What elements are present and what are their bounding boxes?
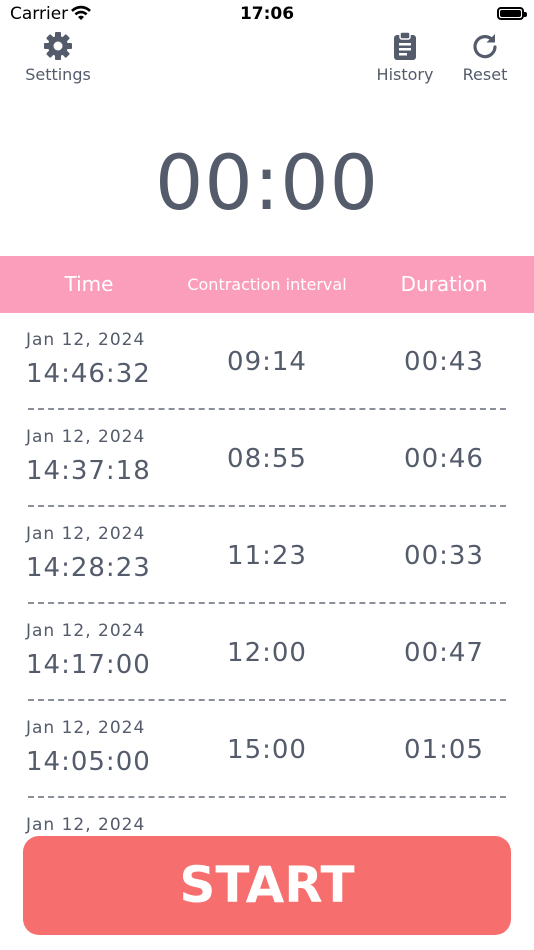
row-duration: 00:47 xyxy=(404,638,484,668)
row-date: Jan 12, 2024 xyxy=(26,815,146,835)
header-time: Time xyxy=(64,272,114,296)
battery-icon xyxy=(497,7,527,20)
row-interval: 09:14 xyxy=(227,347,307,377)
table-row: Jan 12, 2024 14:17:00 12:00 00:47 xyxy=(0,604,534,701)
table-row: Jan 12, 2024 14:05:00 15:00 01:05 xyxy=(0,701,534,798)
row-date: Jan 12, 2024 xyxy=(26,718,146,738)
header-duration: Duration xyxy=(400,272,488,296)
row-interval: 11:23 xyxy=(227,541,307,571)
gear-icon xyxy=(44,32,72,60)
row-interval: 12:00 xyxy=(227,638,307,668)
row-date: Jan 12, 2024 xyxy=(26,427,146,447)
row-date: Jan 12, 2024 xyxy=(26,330,146,350)
reset-button[interactable]: Reset xyxy=(456,30,514,84)
status-time: 17:06 xyxy=(239,4,295,24)
row-time: 14:17:00 xyxy=(26,650,151,680)
history-button[interactable]: History xyxy=(370,30,440,84)
row-interval: 08:55 xyxy=(227,444,307,474)
table-row: Jan 12, 2024 xyxy=(0,798,534,835)
row-duration: 00:33 xyxy=(404,541,484,571)
row-date: Jan 12, 2024 xyxy=(26,621,146,641)
start-button[interactable]: START xyxy=(23,836,511,935)
reset-label: Reset xyxy=(462,65,508,84)
row-duration: 00:43 xyxy=(404,347,484,377)
table-row: Jan 12, 2024 14:37:18 08:55 00:46 xyxy=(0,410,534,507)
contraction-list[interactable]: Jan 12, 2024 14:46:32 09:14 00:43 Jan 12… xyxy=(0,313,534,835)
timer-display: 00:00 xyxy=(154,138,380,227)
row-time: 14:28:23 xyxy=(26,553,151,583)
row-time: 14:05:00 xyxy=(26,747,151,777)
row-time: 14:37:18 xyxy=(26,456,151,486)
status-bar: Carrier 17:06 xyxy=(0,0,534,30)
table-header: Time Contraction interval Duration xyxy=(0,256,534,313)
clipboard-icon xyxy=(394,31,416,60)
refresh-icon xyxy=(473,34,497,59)
row-duration: 01:05 xyxy=(404,735,484,765)
settings-label: Settings xyxy=(25,65,91,84)
row-duration: 00:46 xyxy=(404,444,484,474)
history-label: History xyxy=(376,65,434,84)
row-date: Jan 12, 2024 xyxy=(26,524,146,544)
table-row: Jan 12, 2024 14:28:23 11:23 00:33 xyxy=(0,507,534,604)
row-time: 14:46:32 xyxy=(26,359,151,389)
row-interval: 15:00 xyxy=(227,735,307,765)
settings-button[interactable]: Settings xyxy=(18,30,98,84)
header-contraction-interval: Contraction interval xyxy=(187,275,347,294)
table-row: Jan 12, 2024 14:46:32 09:14 00:43 xyxy=(0,313,534,410)
